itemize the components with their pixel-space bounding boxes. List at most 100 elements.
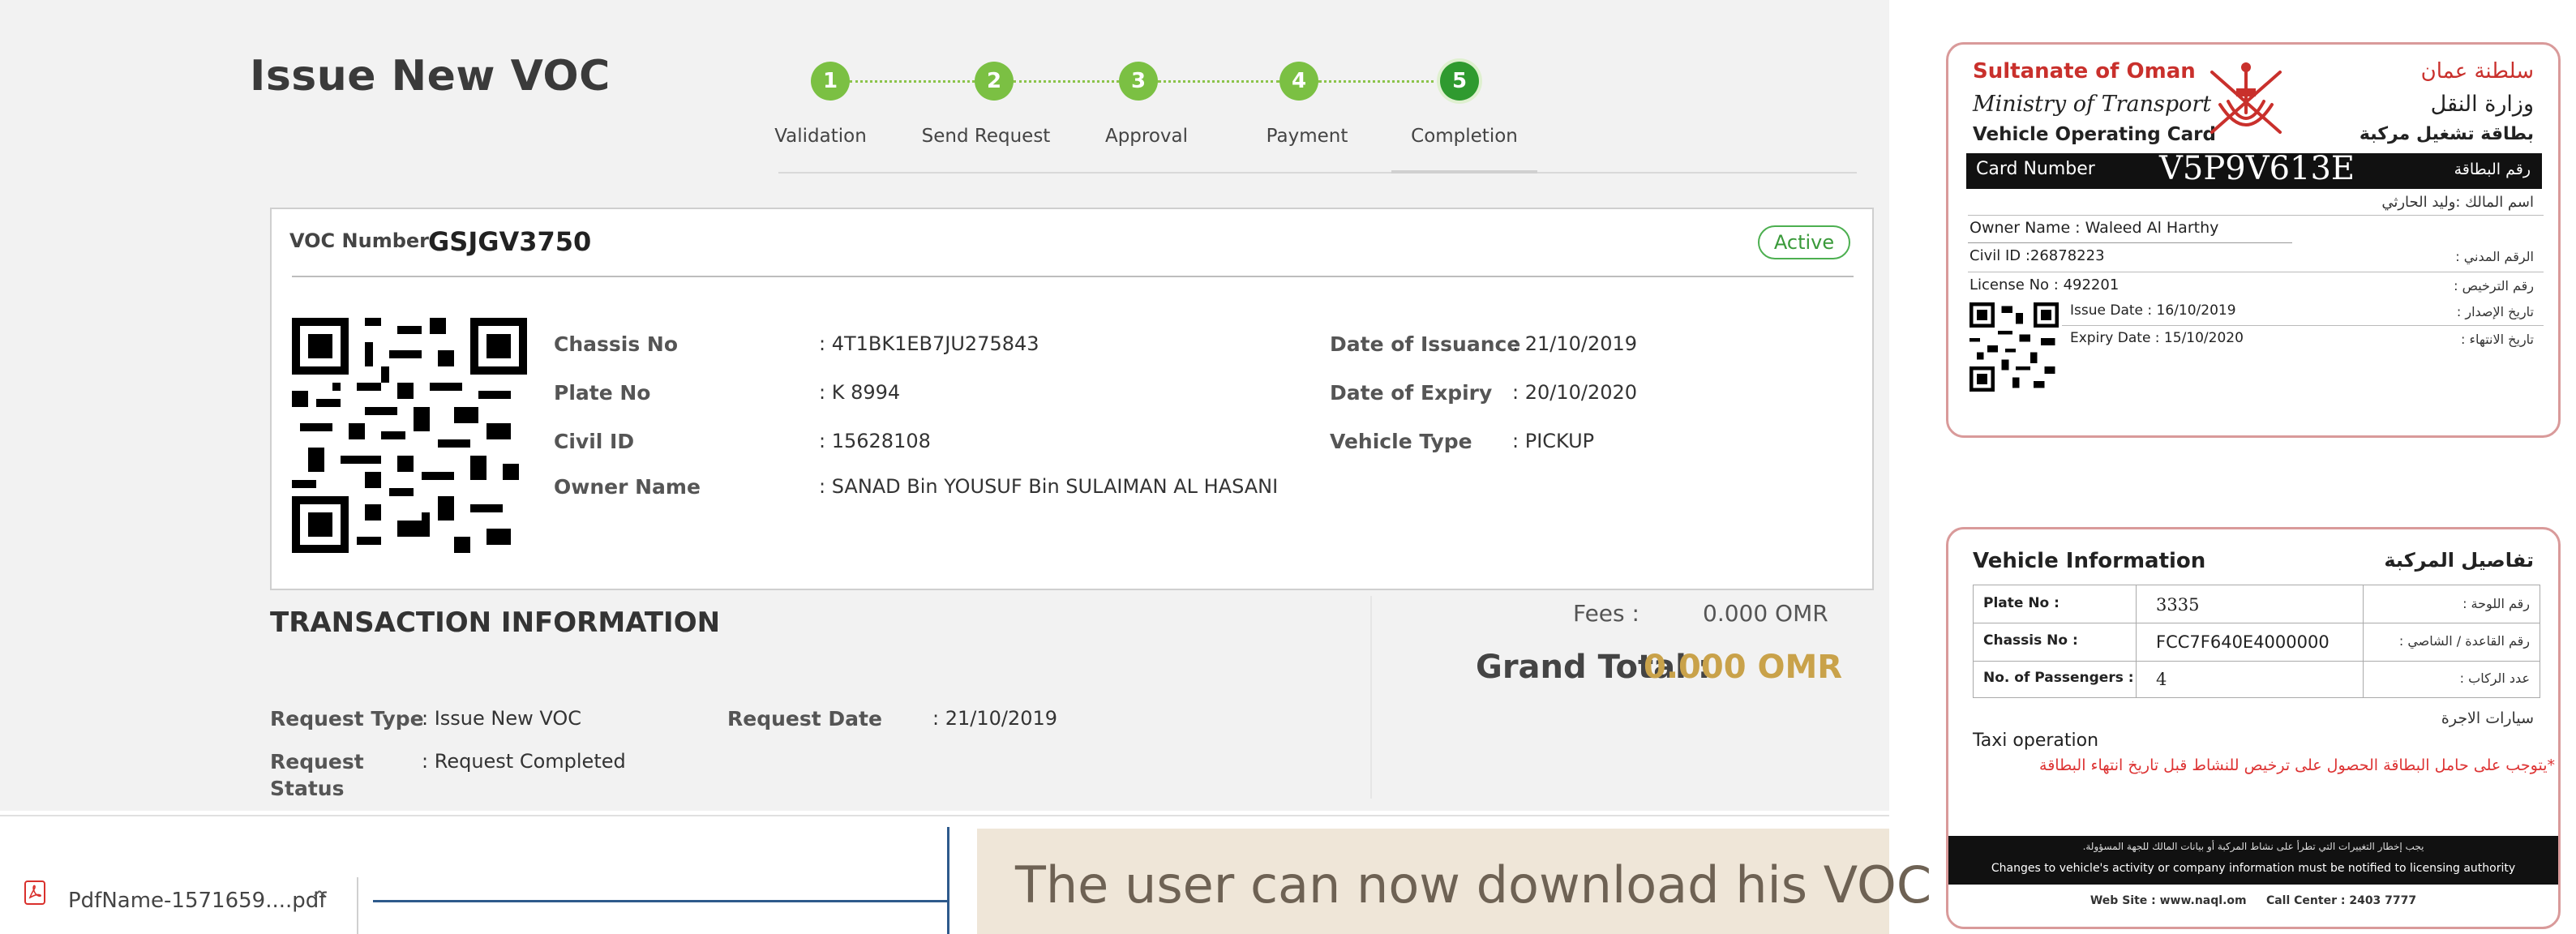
request-status-value: : Request Completed (422, 750, 626, 773)
qr-code-icon (292, 318, 527, 553)
table-row-label: Plate No : (1983, 595, 2060, 611)
date-of-issuance-label: Date of Issuance (1330, 332, 1521, 356)
card-qr-code-icon (1970, 302, 2059, 392)
chevron-up-icon[interactable]: ^ (311, 887, 328, 910)
callout-pointer-line-vertical (947, 827, 949, 934)
callout-text: The user can now download his VOC (1015, 855, 1932, 915)
vehicle-category-ar: سيارات الاجرة (2441, 709, 2534, 727)
card-license-no: License No : 492201 (1970, 276, 2120, 293)
license-warning-ar: *يتوجب على حامل البطاقة الحصول على ترخيص… (2039, 756, 2555, 774)
step-3-circle: 3 (1119, 62, 1158, 101)
card-title-voc-ar: بطاقة تشغيل مركبة (2359, 124, 2534, 144)
step-connector (1014, 80, 1119, 83)
table-col-divider (2363, 585, 2364, 697)
card-title-sultanate-ar: سلطنة عمان (2420, 59, 2534, 84)
card-row-divider (1968, 242, 2292, 243)
vehicle-info-title-ar: تفاصيل المركبة (2384, 549, 2534, 572)
table-row-label-ar: رقم القاعدة / الشاصي : (2398, 633, 2530, 649)
plate-no-value: : K 8994 (819, 381, 901, 404)
callout-pointer-line (373, 900, 949, 902)
card-number-label-ar: رقم البطاقة (2454, 161, 2531, 178)
footer-notice-ar: يجب إخطار التغييرات التي تطرأ على نشاط ا… (2082, 841, 2424, 852)
plate-no-label: Plate No (554, 381, 651, 405)
owner-name-label: Owner Name (554, 475, 701, 499)
step-5-label: Completion (1411, 126, 1518, 147)
civil-id-value: : 15628108 (819, 430, 931, 452)
date-of-issuance-value: : 21/10/2019 (1512, 332, 1638, 355)
website-and-call-center: Web Site : www.naql.om Call Center : 240… (2090, 894, 2417, 907)
active-step-indicator (1391, 170, 1537, 174)
date-of-expiry-label: Date of Expiry (1330, 381, 1493, 405)
card-footer-bar: يجب إخطار التغييرات التي تطرأ على نشاط ا… (1948, 836, 2558, 885)
fees-label: Fees : (1573, 600, 1639, 627)
page-title: Issue New VOC (250, 52, 611, 101)
vehicle-type-label: Vehicle Type (1330, 430, 1472, 453)
card-title-voc: Vehicle Operating Card (1973, 124, 2216, 145)
vehicle-category: Taxi operation (1973, 730, 2099, 751)
card-issue-date-ar: تاريخ الإصدار : (2456, 304, 2534, 319)
card-expiry-date-ar: تاريخ الانتهاء : (2460, 332, 2534, 347)
step-2-label: Send Request (921, 126, 1051, 147)
table-row-value: 3335 (2156, 595, 2200, 615)
card-issue-date: Issue Date : 16/10/2019 (2070, 302, 2236, 319)
totals-divider (1370, 596, 1372, 799)
request-type-label: Request Type (270, 707, 424, 730)
step-3-label: Approval (1104, 126, 1189, 147)
card-license-no-ar: رقم الترخيص : (2454, 278, 2534, 293)
card-row-divider (2062, 325, 2544, 326)
date-of-expiry-value: : 20/10/2020 (1512, 381, 1638, 404)
civil-id-label: Civil ID (554, 430, 635, 453)
table-row-label-ar: رقم اللوحة : (2462, 596, 2530, 611)
transaction-info-title: TRANSACTION INFORMATION (270, 606, 721, 639)
card-number-value: V5P9V613E (2159, 150, 2355, 187)
table-row-value: FCC7F640E4000000 (2156, 632, 2330, 652)
card-header-divider (292, 276, 1854, 277)
step-4-label: Payment (1266, 126, 1348, 147)
card-title-sultanate: Sultanate of Oman (1973, 59, 2196, 84)
table-row-divider (1974, 661, 2540, 662)
stepper-divider (778, 172, 1857, 174)
table-row-label: No. of Passengers : (1983, 670, 2134, 686)
step-2-circle: 2 (975, 62, 1014, 101)
card-owner-name: Owner Name : Waleed Al Harthy (1970, 219, 2219, 237)
request-status-label-line2: Status (270, 777, 345, 800)
table-col-divider (2136, 585, 2137, 697)
voc-number-value: GSJGV3750 (428, 226, 592, 257)
step-1-circle: 1 (811, 62, 850, 101)
vehicle-information-card-back: Vehicle Information تفاصيل المركبة Plate… (1946, 527, 2561, 929)
vehicle-operating-card-front: Sultanate of Oman Ministry of Transport … (1946, 42, 2561, 438)
request-date-value: : 21/10/2019 (932, 707, 1058, 730)
request-status-label: Request (270, 750, 364, 773)
oman-emblem-icon (2210, 62, 2282, 134)
download-filename[interactable]: PdfName-1571659....pdf (68, 889, 326, 913)
card-title-ministry-ar: وزارة النقل (2430, 92, 2534, 117)
vehicle-info-table: Plate No : 3335 رقم اللوحة : Chassis No … (1973, 585, 2540, 698)
voc-app-panel: Issue New VOC 1 2 3 4 5 Validation Send … (0, 0, 1931, 934)
card-number-label: Card Number (1976, 159, 2095, 179)
step-1-label: Validation (774, 126, 867, 147)
table-row-label: Chassis No : (1983, 632, 2078, 649)
table-row-label-ar: عدد الركاب : (2459, 671, 2530, 686)
step-connector (850, 80, 975, 83)
card-expiry-date: Expiry Date : 15/10/2020 (2070, 330, 2244, 346)
step-5-circle: 5 (1440, 62, 1479, 101)
card-title-ministry: Ministry of Transport (1973, 92, 2212, 117)
card-row-divider (1968, 215, 2544, 216)
pdf-file-icon[interactable] (24, 880, 45, 905)
fees-value: 0.000 OMR (1703, 600, 1828, 627)
step-connector (1318, 80, 1440, 83)
owner-name-ar: اسم المالك :وليد الحارثي (2381, 194, 2534, 211)
status-badge: Active (1758, 225, 1850, 259)
card-civil-id: Civil ID :26878223 (1970, 247, 2105, 264)
card-civil-id-ar: الرقم المدني : (2455, 249, 2534, 264)
download-bar-divider (0, 815, 1889, 816)
table-row-value: 4 (2156, 670, 2167, 689)
vehicle-type-value: : PICKUP (1512, 430, 1595, 452)
grand-total-value: 0.000 OMR (1644, 649, 1843, 686)
request-type-value: : Issue New VOC (422, 707, 582, 730)
request-date-label: Request Date (727, 707, 882, 730)
voc-number-label: VOC Number (289, 229, 429, 252)
chassis-no-label: Chassis No (554, 332, 679, 356)
footer-notice: Changes to vehicle's activity or company… (1991, 862, 2516, 875)
download-item-separator (357, 877, 358, 934)
